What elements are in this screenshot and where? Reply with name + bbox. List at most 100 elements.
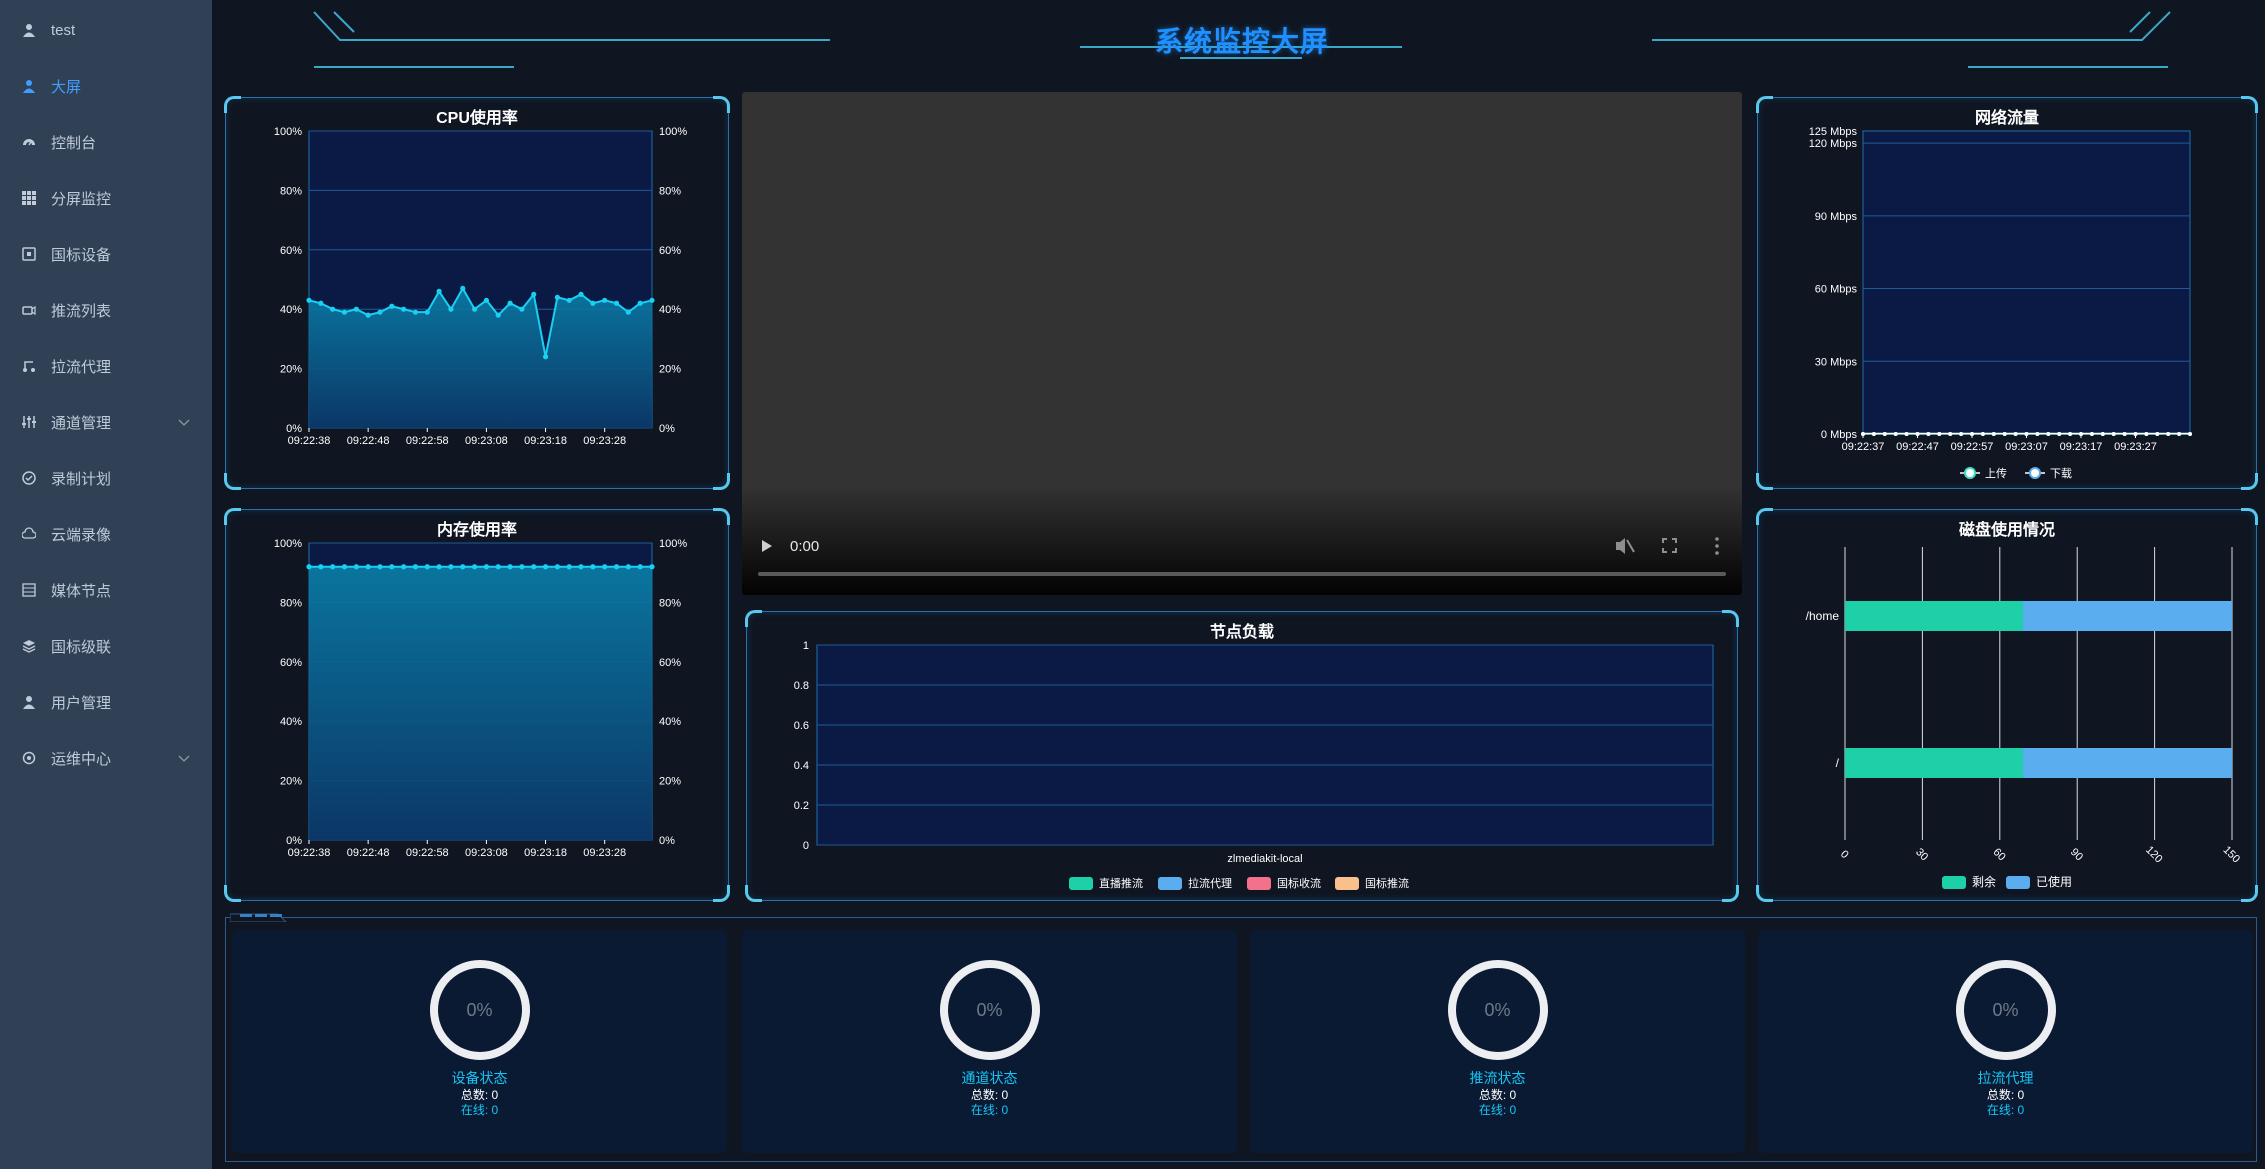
x-tick-label: 09:22:37 (1842, 441, 1885, 453)
sidebar-item-5[interactable]: 推流列表 (0, 282, 212, 338)
sidebar-item-8[interactable]: 录制计划 (0, 450, 212, 506)
x-tick-label: 09:23:07 (2005, 441, 2048, 453)
y-tick-label: 1 (803, 640, 809, 652)
data-point (448, 306, 454, 312)
data-point (613, 300, 620, 306)
y-tick-label-left: 100% (274, 126, 302, 138)
sidebar-item-label: test (51, 21, 76, 39)
sidebar-item-4[interactable]: 国标设备 (0, 226, 212, 282)
data-point (602, 297, 608, 303)
data-point (507, 564, 513, 570)
sidebar: test 大屏控制台分屏监控国标设备推流列表拉流代理通道管理录制计划云端录像媒体节… (0, 0, 212, 1169)
stat-percent: 0% (1992, 1000, 2019, 1020)
data-point (318, 564, 324, 570)
legend-label: 直播推流 (1099, 876, 1143, 890)
y-tick-label-left: 0% (286, 423, 302, 435)
data-point (1980, 432, 1985, 436)
data-point (637, 300, 643, 306)
data-point (1970, 432, 1974, 436)
sidebar-item-label: 用户管理 (51, 694, 112, 712)
data-point (1937, 432, 1942, 436)
x-tick-label: 150 (2221, 844, 2242, 865)
sidebar-item-1[interactable]: 大屏 (0, 58, 212, 114)
y-tick-label-right: 60% (659, 657, 681, 669)
data-point (412, 309, 419, 315)
x-tick-label: 09:23:08 (465, 435, 508, 447)
data-point (1948, 432, 1953, 436)
data-point (460, 564, 466, 570)
y-tick-label-left: 60% (280, 245, 302, 257)
data-point (1991, 432, 1996, 436)
sidebar-item-11[interactable]: 国标级联 (0, 618, 212, 674)
data-point (2079, 432, 2083, 436)
x-tick-label: 09:23:18 (524, 847, 567, 859)
x-tick-label: 09:22:38 (288, 435, 331, 447)
data-point (542, 564, 549, 570)
data-point (1959, 432, 1964, 436)
y-tick-label-left: 40% (280, 304, 302, 316)
y-tick-label-left: 20% (280, 364, 302, 376)
y-tick-label: 0.4 (794, 760, 809, 772)
sidebar-item-12[interactable]: 用户管理 (0, 674, 212, 730)
more-options-icon[interactable] (1715, 537, 1719, 555)
y-tick-label-left: 80% (280, 185, 302, 197)
y-tick-label-right: 0% (659, 835, 675, 847)
video-progress-bar[interactable] (758, 572, 1726, 576)
server-icon (21, 582, 37, 598)
stat-percent: 0% (1484, 1000, 1511, 1020)
sidebar-item-10[interactable]: 媒体节点 (0, 562, 212, 618)
data-point (1904, 432, 1909, 436)
legend-swatch (1069, 877, 1093, 890)
sidebar-item-3[interactable]: 分屏监控 (0, 170, 212, 226)
y-tick-label-right: 40% (659, 304, 681, 316)
stat-name: 通道状态 (961, 1070, 1018, 1086)
data-point (602, 564, 608, 570)
sidebar-item-6[interactable]: 拉流代理 (0, 338, 212, 394)
sidebar-item-label: 大屏 (51, 78, 82, 96)
sidebar-item-13[interactable]: 运维中心 (0, 730, 212, 786)
data-point (1871, 432, 1876, 436)
video-player[interactable]: 0:00 (742, 92, 1742, 595)
data-point (613, 564, 620, 570)
x-tick-label: 09:22:58 (406, 847, 449, 859)
data-point (330, 564, 336, 570)
sidebar-item-0[interactable]: test (0, 2, 212, 58)
data-point (2068, 432, 2073, 436)
data-point (531, 291, 537, 297)
data-point (1915, 432, 1920, 436)
sidebar-item-2[interactable]: 控制台 (0, 114, 212, 170)
data-point (554, 564, 560, 570)
sidebar-item-label: 录制计划 (51, 470, 112, 488)
grid-icon (21, 190, 37, 206)
data-point (590, 564, 596, 570)
play-icon[interactable] (762, 540, 772, 552)
data-point (625, 309, 631, 315)
data-point (2122, 432, 2127, 436)
data-point (377, 564, 383, 570)
cpu-chart: 0% 0% 20% 20% 40% 40% 60% 60% 80% 80% 100% 100% 09:2… (274, 126, 687, 447)
data-point (495, 564, 501, 570)
data-point (365, 312, 371, 318)
sidebar-item-label: 云端录像 (51, 526, 112, 544)
legend-label: 下载 (2050, 467, 2072, 480)
x-tick-label: 09:23:18 (524, 435, 567, 447)
y-tick-label: 60 Mbps (1815, 284, 1858, 296)
data-point (353, 306, 359, 312)
y-tick-label: 0.2 (794, 800, 809, 812)
sidebar-item-label: 分屏监控 (51, 190, 112, 208)
fullscreen-icon[interactable] (1662, 538, 1677, 553)
sidebar-item-9[interactable]: 云端录像 (0, 506, 212, 562)
data-point (424, 564, 430, 570)
cloud-icon (21, 526, 37, 542)
data-point (649, 564, 655, 570)
user-icon (21, 78, 37, 94)
x-tick-label: 09:22:38 (288, 847, 331, 859)
sidebar-item-label: 推流列表 (51, 302, 112, 320)
memory-chart: 0% 0% 20% 20% 40% 40% 60% 60% 80% 80% 100% 100% 09:2… (274, 538, 687, 859)
data-point (2024, 432, 2029, 436)
sidebar-item-7[interactable]: 通道管理 (0, 394, 212, 450)
x-tick-label: 09:22:48 (347, 435, 390, 447)
sidebar-item-label: 拉流代理 (51, 358, 112, 376)
stat-percent: 0% (976, 1000, 1003, 1020)
data-point (566, 564, 572, 570)
